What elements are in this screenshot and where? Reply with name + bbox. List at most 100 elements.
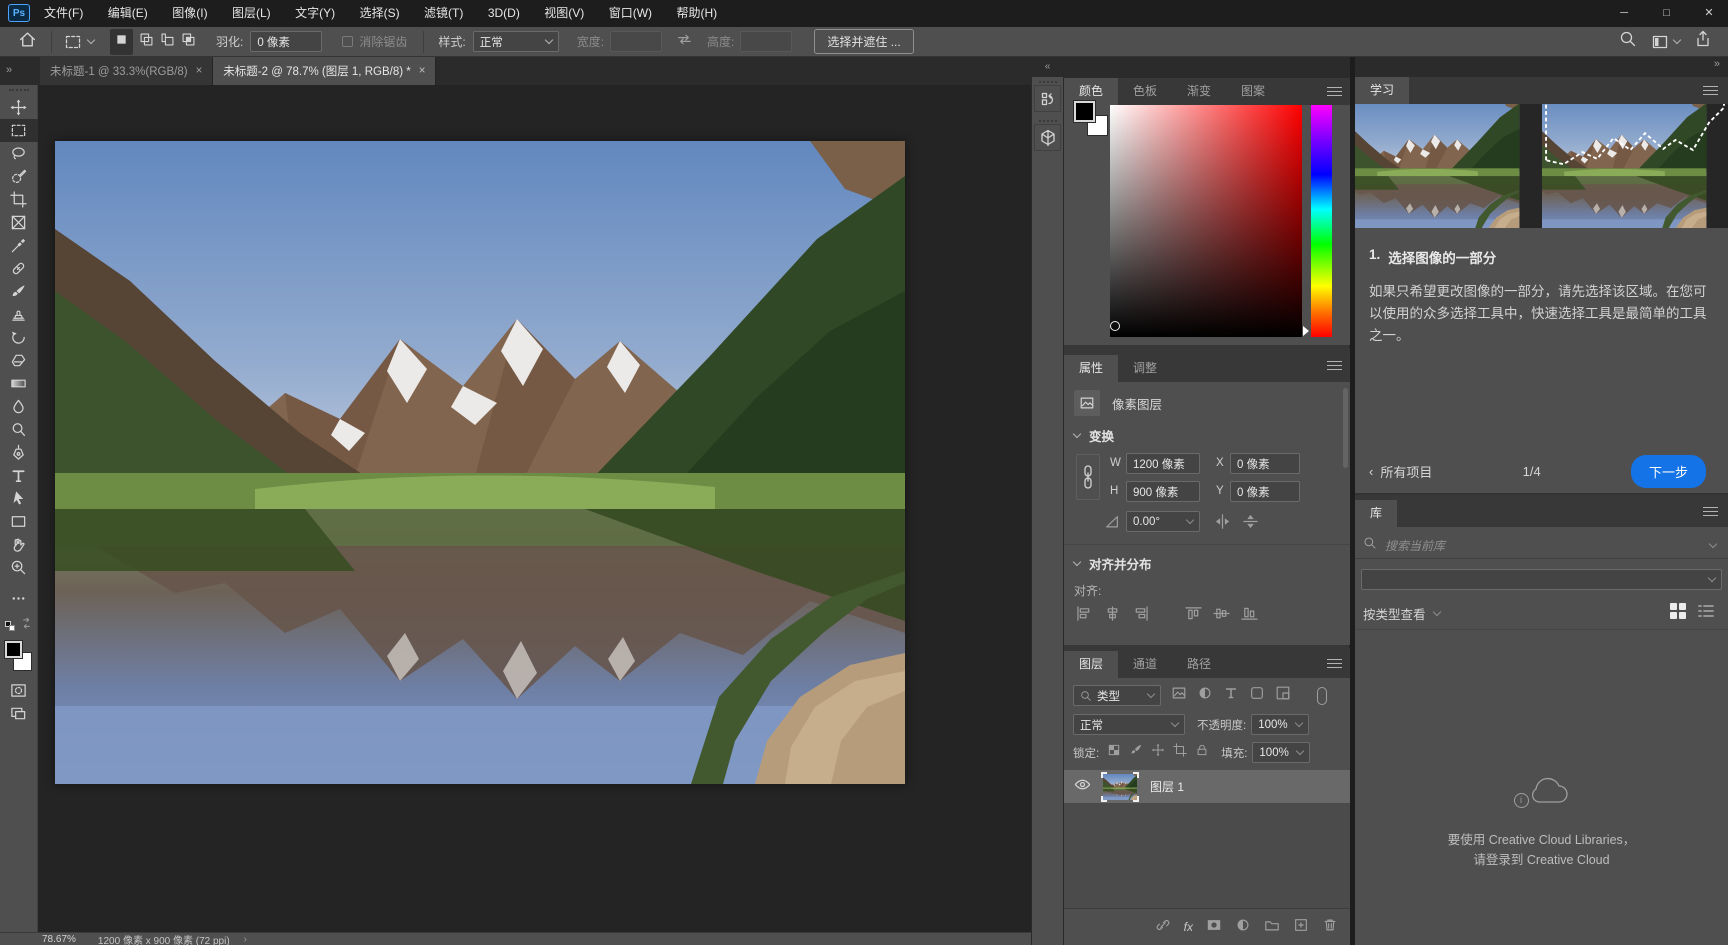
blend-mode-select[interactable]: 正常 — [1073, 714, 1185, 735]
y-input[interactable]: 0 像素 — [1230, 481, 1300, 502]
tab-swatches[interactable]: 色板 — [1118, 78, 1172, 105]
grid-view-button[interactable] — [1668, 601, 1688, 626]
filter-smart-objects-icon[interactable] — [1275, 685, 1291, 706]
fill-select[interactable]: 100% — [1252, 742, 1310, 763]
pen-tool[interactable] — [0, 441, 38, 464]
home-icon[interactable] — [18, 30, 37, 54]
new-group-folder-icon[interactable] — [1264, 917, 1280, 938]
library-search-row[interactable]: 搜索当前库 — [1355, 533, 1728, 559]
lock-transparency-icon[interactable] — [1107, 743, 1121, 762]
move-tool[interactable] — [0, 96, 38, 119]
zoom-tool[interactable] — [0, 556, 38, 579]
layer-row-selected[interactable]: 图层 1 — [1064, 770, 1350, 803]
hand-tool[interactable] — [0, 533, 38, 556]
swap-colors-icon[interactable] — [20, 617, 33, 635]
screen-mode-button[interactable] — [0, 702, 38, 725]
history-brush-tool[interactable] — [0, 326, 38, 349]
rectangular-marquee-tool[interactable] — [0, 119, 38, 142]
filter-pixel-layers-icon[interactable] — [1171, 685, 1187, 706]
library-select[interactable] — [1361, 569, 1722, 590]
canvas-area[interactable] — [38, 85, 1031, 932]
type-tool[interactable] — [0, 464, 38, 487]
edit-toolbar-ellipsis-icon[interactable] — [0, 587, 38, 610]
foreground-color-swatch[interactable] — [4, 640, 23, 659]
dock-drag-handle[interactable] — [1039, 81, 1057, 83]
new-layer-icon[interactable] — [1293, 917, 1309, 938]
color-panel-menu-icon[interactable] — [1327, 87, 1342, 96]
view-by-type-select[interactable]: 按类型查看 — [1363, 604, 1440, 623]
properties-panel-menu-icon[interactable] — [1327, 361, 1342, 370]
default-colors-icon[interactable] — [5, 621, 15, 631]
clone-stamp-tool[interactable] — [0, 303, 38, 326]
doc-tab-untitled1[interactable]: 未标题-1 @ 33.3%(RGB/8) × — [40, 57, 213, 85]
tab-close-icon[interactable]: × — [196, 65, 203, 77]
back-to-all-items[interactable]: ‹所有项目 — [1369, 462, 1432, 481]
new-selection-button[interactable] — [110, 29, 133, 55]
layer-filter-select[interactable]: 类型 — [1073, 685, 1161, 706]
menu-select[interactable]: 选择(S) — [350, 0, 410, 27]
layer-thumbnail[interactable] — [1103, 774, 1137, 800]
layer-filtering-toggle[interactable] — [1317, 687, 1327, 705]
align-section-header[interactable]: 对齐并分布 — [1074, 554, 1152, 573]
lasso-tool[interactable] — [0, 142, 38, 165]
dock-collapse-icon[interactable]: « — [1032, 57, 1063, 77]
w-input[interactable]: 1200 像素 — [1126, 453, 1200, 474]
maximize-button[interactable]: □ — [1648, 0, 1686, 27]
history-panel-icon[interactable] — [1034, 85, 1061, 112]
status-more-icon[interactable]: › — [244, 934, 247, 945]
color-cursor[interactable] — [1110, 321, 1120, 331]
menu-file[interactable]: 文件(F) — [34, 0, 93, 27]
tab-learn[interactable]: 学习 — [1355, 77, 1409, 104]
color-field[interactable] — [1110, 105, 1302, 337]
menu-image[interactable]: 图像(I) — [162, 0, 217, 27]
angle-input[interactable]: 0.00° — [1126, 511, 1200, 532]
learn-panel-menu-icon[interactable] — [1703, 86, 1718, 95]
align-horizontal-centers-button[interactable] — [1104, 606, 1121, 626]
tab-properties[interactable]: 属性 — [1064, 355, 1118, 382]
align-vertical-centers-button[interactable] — [1213, 606, 1230, 626]
opacity-select[interactable]: 100% — [1251, 714, 1309, 735]
menu-3d[interactable]: 3D(D) — [478, 0, 530, 27]
flip-vertical-icon[interactable] — [1242, 513, 1259, 535]
swap-dimensions-icon[interactable] — [676, 31, 693, 53]
intersect-selection-button[interactable] — [181, 32, 196, 52]
x-input[interactable]: 0 像素 — [1230, 453, 1300, 474]
doc-tab-untitled2-active[interactable]: 未标题-2 @ 78.7% (图层 1, RGB/8) * × — [213, 57, 436, 85]
tab-adjustments[interactable]: 调整 — [1118, 355, 1172, 382]
healing-brush-tool[interactable] — [0, 257, 38, 280]
properties-scrollbar[interactable] — [1343, 388, 1348, 468]
toolbar-drag-handle[interactable] — [9, 89, 29, 93]
frame-tool[interactable] — [0, 211, 38, 234]
tab-close-icon[interactable]: × — [419, 65, 426, 77]
hue-slider[interactable] — [1311, 105, 1332, 337]
delete-layer-trash-icon[interactable] — [1322, 917, 1338, 938]
close-button[interactable]: ✕ — [1690, 0, 1728, 27]
3d-panel-icon[interactable] — [1034, 124, 1061, 151]
menu-edit[interactable]: 编辑(E) — [98, 0, 158, 27]
next-step-button[interactable]: 下一步 — [1631, 455, 1706, 488]
tab-layers[interactable]: 图层 — [1064, 651, 1118, 678]
menu-help[interactable]: 帮助(H) — [667, 0, 728, 27]
align-bottom-edges-button[interactable] — [1241, 606, 1258, 626]
menu-filter[interactable]: 滤镜(T) — [414, 0, 473, 27]
right-dock-expand-icon[interactable]: » — [1714, 58, 1720, 70]
minimize-button[interactable]: ─ — [1605, 0, 1643, 27]
gradient-tool[interactable] — [0, 372, 38, 395]
style-select[interactable]: 正常 — [473, 31, 559, 52]
list-view-button[interactable] — [1696, 601, 1716, 626]
align-top-edges-button[interactable] — [1185, 606, 1202, 626]
layers-panel-menu-icon[interactable] — [1327, 659, 1342, 668]
workspace-icon[interactable] — [1651, 33, 1680, 51]
antialias-checkbox[interactable] — [342, 36, 353, 47]
quick-mask-mode-button[interactable] — [0, 679, 38, 702]
libraries-panel-menu-icon[interactable] — [1703, 507, 1718, 516]
tab-libraries[interactable]: 库 — [1355, 500, 1397, 527]
tool-preset-marquee-icon[interactable] — [64, 33, 94, 51]
lock-image-icon[interactable] — [1129, 743, 1143, 762]
eraser-tool[interactable] — [0, 349, 38, 372]
subtract-selection-button[interactable] — [160, 32, 175, 52]
menu-view[interactable]: 视图(V) — [534, 0, 594, 27]
tools-dock-expand-icon[interactable]: » — [0, 57, 40, 85]
h-input[interactable]: 900 像素 — [1126, 481, 1200, 502]
width-input[interactable] — [610, 31, 662, 52]
